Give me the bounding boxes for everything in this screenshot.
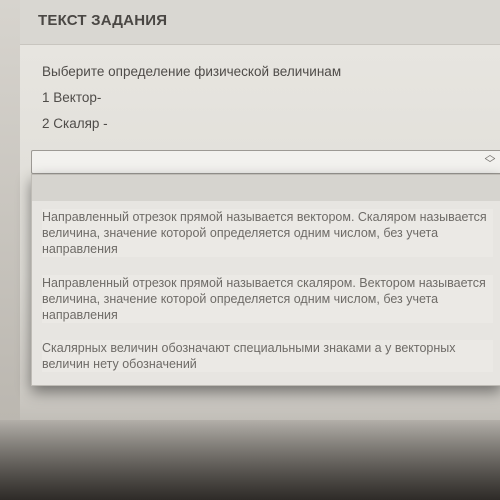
dropdown-empty-option[interactable] [32, 175, 500, 201]
question-item-vector: 1 Вектор- [42, 90, 102, 105]
left-strip [0, 0, 20, 420]
question-block: Выберите определение физической величина… [42, 64, 341, 142]
dropdown-option[interactable]: Направленный отрезок прямой называется с… [42, 275, 493, 323]
bottom-shade [0, 420, 500, 500]
answer-select[interactable]: ︿ ﹀ [31, 150, 500, 174]
dropdown-option[interactable]: Направленный отрезок прямой называется в… [42, 209, 493, 257]
task-header-title: ТЕКСТ ЗАДАНИЯ [38, 12, 168, 29]
screen: ТЕКСТ ЗАДАНИЯ Выберите определение физич… [0, 0, 500, 500]
dropdown-option[interactable]: Скалярных величин обозначают специальным… [42, 340, 493, 372]
question-prompt: Выберите определение физической величина… [42, 64, 342, 79]
answer-dropdown-list: Направленный отрезок прямой называется в… [31, 174, 500, 386]
task-header: ТЕКСТ ЗАДАНИЯ [20, 0, 500, 45]
question-item-scalar: 2 Скаляр - [42, 116, 108, 131]
chevron-updown-icon[interactable]: ︿ ﹀ [484, 150, 496, 173]
